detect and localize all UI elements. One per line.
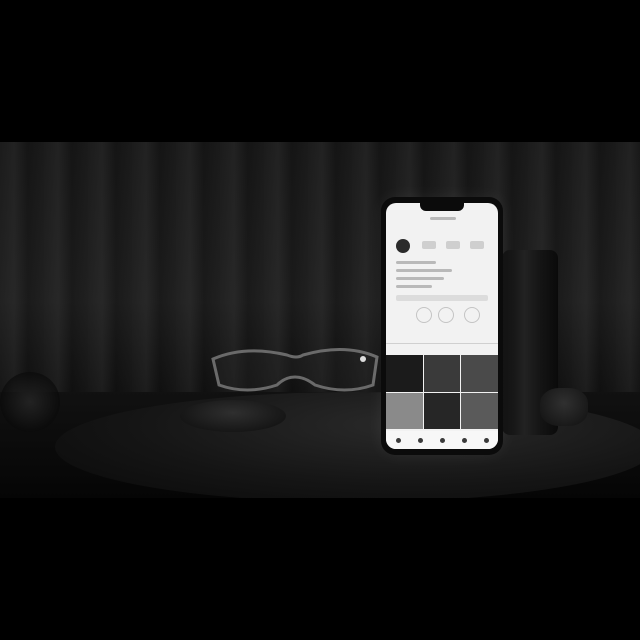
stat-block: [470, 241, 484, 249]
story-highlight: [416, 307, 432, 323]
heart-icon: [462, 438, 467, 443]
bio-line: [396, 277, 444, 280]
story-highlight: [438, 307, 454, 323]
search-icon: [418, 438, 423, 443]
grid-photo: [386, 355, 423, 392]
foreground-object: [0, 372, 60, 432]
photo-grid: [386, 355, 498, 429]
phone-screen: [386, 203, 498, 449]
grid-photo: [461, 355, 498, 392]
bio-line: [396, 285, 432, 288]
photo: [0, 142, 640, 498]
phone-notch: [420, 203, 464, 211]
bio-line: [396, 269, 452, 272]
phone-icon: [381, 197, 503, 455]
lens-cap: [180, 400, 286, 432]
grid-photo: [423, 392, 461, 429]
home-icon: [396, 438, 401, 443]
glasses-icon: [211, 347, 379, 392]
grid-photo: [461, 392, 498, 429]
bio-line: [396, 261, 436, 264]
profile-header-line: [430, 217, 456, 220]
avatar: [396, 239, 410, 253]
bottom-nav: [386, 431, 498, 449]
lens-base: [540, 388, 588, 426]
grid-photo: [386, 392, 423, 429]
tab-divider: [386, 343, 498, 344]
grid-photo: [423, 355, 461, 392]
stat-block: [446, 241, 460, 249]
add-icon: [440, 438, 445, 443]
profile-icon: [484, 438, 489, 443]
stat-block: [422, 241, 436, 249]
image-frame: [0, 0, 640, 640]
edit-profile-bar: [396, 295, 488, 301]
story-highlight: [464, 307, 480, 323]
